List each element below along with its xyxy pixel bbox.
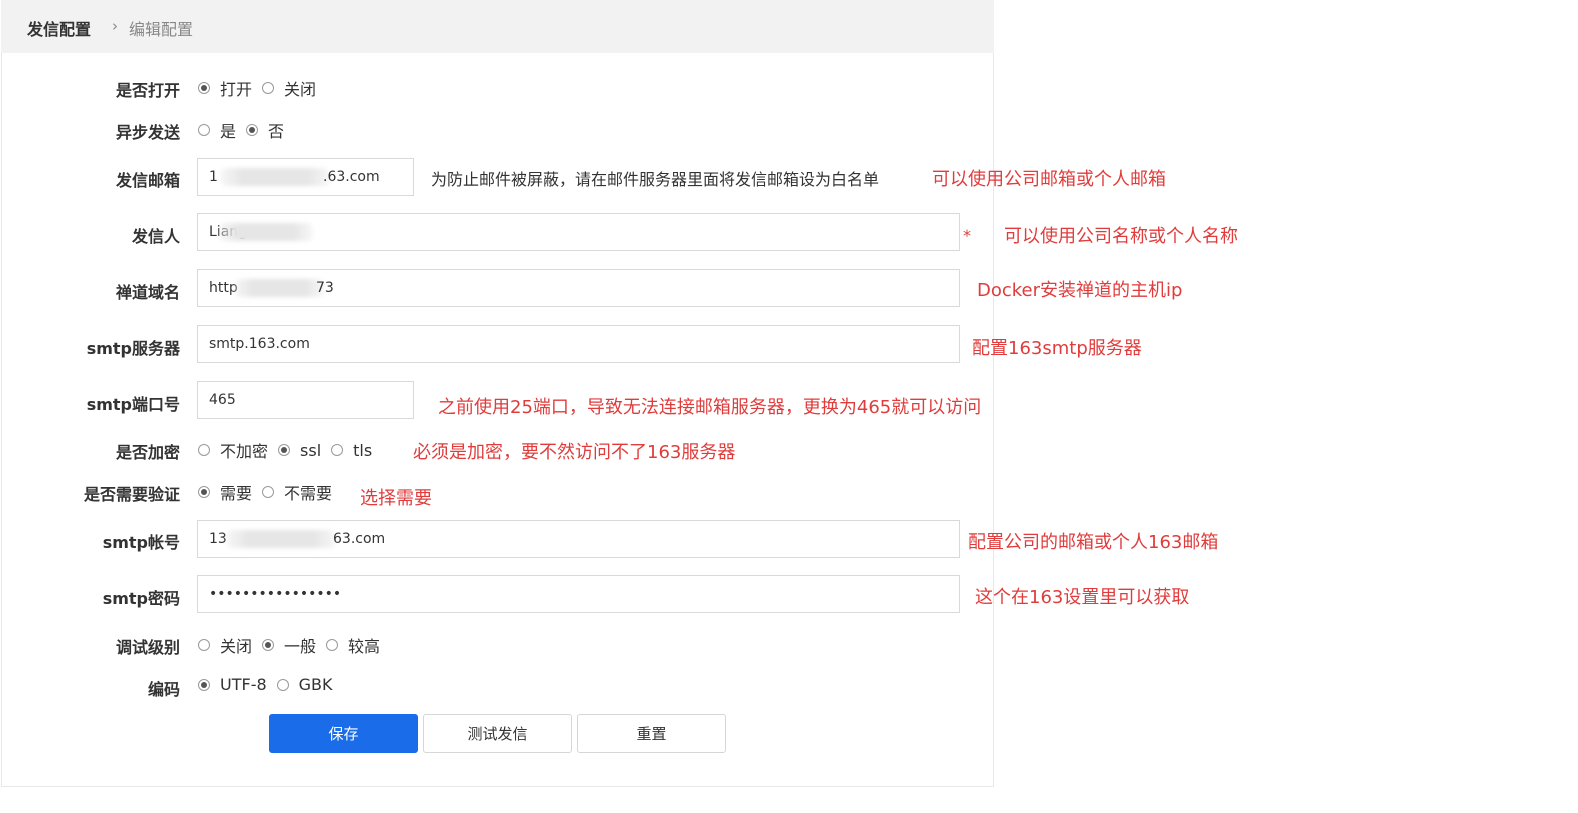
note-auth: 选择需要 [360,488,432,509]
label-auth: 是否需要验证 [83,485,180,504]
radio-label: 关闭 [284,80,317,99]
radio-dot[interactable] [331,444,344,456]
radio-group-debug: 关闭 一般 较高 [198,633,390,657]
breadcrumb-current: 编辑配置 [129,20,194,39]
label-debug: 调试级别 [115,638,180,657]
sender-name-input[interactable]: Liang [197,213,960,251]
radio-encryption-tls[interactable]: tls [331,441,372,460]
sender-email-hint: 为防止邮件被屏蔽，请在邮件服务器里面将发信邮箱设为白名单 [431,170,880,189]
label-charset: 编码 [147,680,180,699]
note-sender-email: 可以使用公司邮箱或个人邮箱 [932,169,1166,190]
radio-debug-normal[interactable]: 一般 [262,633,316,657]
radio-group-charset: UTF-8 GBK [198,675,343,694]
save-button[interactable]: 保存 [269,714,418,753]
radio-async-yes[interactable]: 是 [198,118,236,142]
radio-group-encryption: 不加密 ssl tls [198,438,382,462]
input-value-end: 73 [316,280,334,296]
label-sender-name: 发信人 [131,227,180,246]
breadcrumb: 发信配置 › 编辑配置 [1,0,994,53]
radio-dot[interactable] [198,678,210,691]
radio-label: 打开 [220,80,253,99]
redaction [234,279,324,297]
radio-debug-off[interactable]: 关闭 [198,633,252,657]
radio-label: 是 [220,122,237,141]
label-smtp-server: smtp服务器 [86,339,180,358]
radio-dot[interactable] [198,486,210,498]
note-encryption: 必须是加密，要不然访问不了163服务器 [413,442,736,463]
label-smtp-port: smtp端口号 [86,395,180,414]
radio-dot[interactable] [198,639,210,651]
redaction [218,223,313,241]
radio-charset-utf8[interactable]: UTF-8 [198,675,267,694]
label-sender-email: 发信邮箱 [115,171,180,190]
radio-group-enabled: 打开 关闭 [198,76,326,100]
radio-label: ssl [300,440,322,460]
radio-async-no[interactable]: 否 [246,118,284,142]
radio-dot[interactable] [326,639,339,651]
radio-dot[interactable] [262,486,275,498]
note-smtp-password: 这个在163设置里可以获取 [975,587,1190,608]
radio-auth-required[interactable]: 需要 [198,480,252,504]
radio-debug-high[interactable]: 较高 [326,633,380,657]
radio-label: 需要 [220,484,253,503]
radio-dot[interactable] [262,82,275,94]
redaction [220,168,330,186]
note-smtp-port: 之前使用25端口，导致无法连接邮箱服务器，更换为465就可以访问 [438,397,982,418]
radio-charset-gbk[interactable]: GBK [276,675,333,694]
required-mark: * [963,226,971,245]
input-value-end: 63.com [333,531,386,547]
radio-dot[interactable] [198,124,210,136]
input-value-end: .63.com [323,169,380,185]
radio-label: GBK [298,675,333,694]
label-smtp-password: smtp密码 [102,589,180,608]
note-sender-name: 可以使用公司名称或个人名称 [1004,226,1238,247]
label-async: 异步发送 [115,123,180,142]
smtp-account-input[interactable]: 13 63.com [197,520,960,558]
radio-dot[interactable] [278,444,291,456]
radio-label: 不加密 [220,442,269,461]
smtp-password-input[interactable]: •••••••••••••••• [197,575,960,613]
breadcrumb-root[interactable]: 发信配置 [27,16,91,40]
radio-label: 关闭 [220,637,253,656]
radio-group-async: 是 否 [198,118,294,142]
radio-encryption-none[interactable]: 不加密 [198,438,268,462]
radio-dot[interactable] [198,444,210,456]
redaction [226,530,336,548]
radio-dot[interactable] [262,639,275,651]
radio-group-auth: 需要 不需要 [198,480,342,504]
domain-input[interactable]: http 73 [197,269,960,307]
radio-auth-not-required[interactable]: 不需要 [262,480,332,504]
note-smtp-server: 配置163smtp服务器 [972,338,1142,359]
radio-label: 否 [268,122,285,141]
chevron-right-icon: › [112,17,118,35]
label-encryption: 是否加密 [115,443,180,462]
radio-label: tls [353,440,373,460]
input-value-start: 13 [209,531,227,547]
radio-label: UTF-8 [220,675,267,694]
note-domain: Docker安装禅道的主机ip [977,280,1183,301]
smtp-server-input[interactable]: smtp.163.com [197,325,960,363]
radio-enabled-on[interactable]: 打开 [198,76,252,100]
radio-dot[interactable] [246,124,259,136]
reset-button[interactable]: 重置 [577,714,726,753]
radio-label: 不需要 [284,484,333,503]
radio-encryption-ssl[interactable]: ssl [278,441,321,460]
radio-enabled-off[interactable]: 关闭 [262,76,316,100]
test-send-button[interactable]: 测试发信 [423,714,572,753]
radio-dot[interactable] [276,678,289,691]
label-domain: 禅道域名 [115,283,180,302]
note-smtp-account: 配置公司的邮箱或个人163邮箱 [968,532,1219,553]
sender-email-input[interactable]: 1 .63.com [197,158,414,196]
input-value-start: 1 [209,169,218,185]
radio-label: 一般 [284,637,317,656]
smtp-port-input[interactable]: 465 [197,381,414,419]
radio-label: 较高 [348,637,381,656]
label-smtp-account: smtp帐号 [102,533,180,552]
label-enabled: 是否打开 [115,81,180,100]
radio-dot[interactable] [198,82,210,94]
